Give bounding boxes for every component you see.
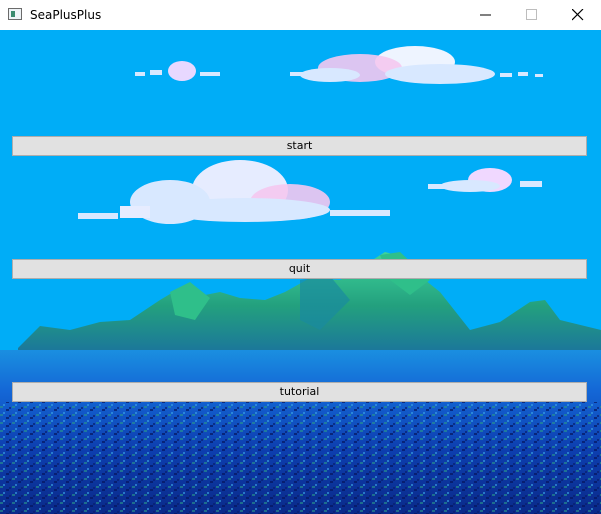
close-button[interactable] bbox=[555, 0, 601, 30]
window-title: SeaPlusPlus bbox=[30, 8, 102, 22]
app-icon bbox=[8, 8, 22, 20]
minimize-button[interactable] bbox=[463, 0, 509, 30]
maximize-button[interactable] bbox=[509, 0, 555, 30]
cloud-middle-left bbox=[78, 160, 390, 224]
cloud-top-left bbox=[135, 61, 220, 81]
title-bar: SeaPlusPlus bbox=[0, 0, 601, 30]
close-icon bbox=[572, 9, 584, 21]
minimize-icon bbox=[480, 14, 491, 16]
game-scene: start quit tutorial bbox=[0, 30, 601, 514]
tutorial-button[interactable]: tutorial bbox=[12, 382, 587, 402]
sea bbox=[0, 350, 601, 514]
start-button[interactable]: start bbox=[12, 136, 587, 156]
maximize-icon bbox=[526, 9, 537, 20]
cloud-top-right bbox=[290, 46, 543, 84]
quit-button[interactable]: quit bbox=[12, 259, 587, 279]
cloud-middle-right bbox=[428, 168, 542, 192]
